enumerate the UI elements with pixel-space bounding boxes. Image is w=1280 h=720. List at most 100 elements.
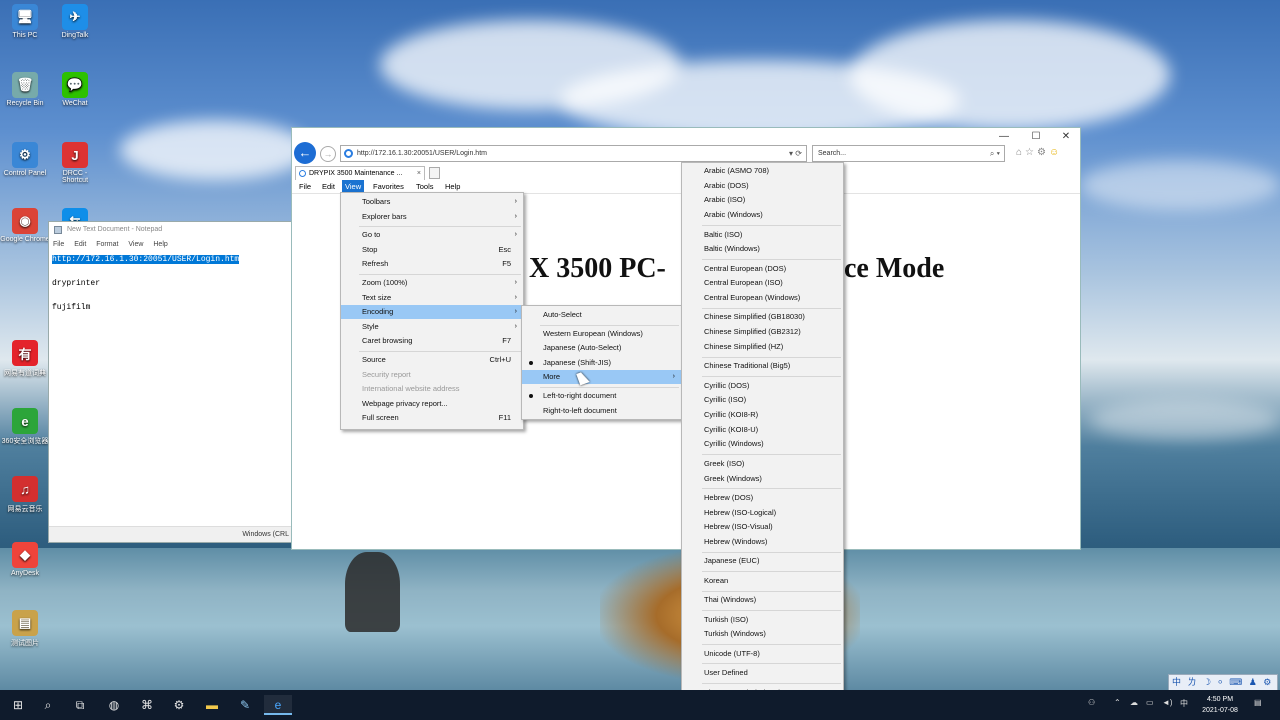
- menu-item-webpage-privacy-report[interactable]: Webpage privacy report...: [341, 397, 523, 411]
- people-icon[interactable]: ⚇: [1088, 698, 1095, 707]
- desktop-icon[interactable]: ◉ Google Chrome: [0, 208, 50, 243]
- tab-close-icon[interactable]: ×: [417, 167, 421, 180]
- forward-button[interactable]: →: [320, 146, 336, 162]
- notepad-text-area[interactable]: http://172.16.1.30:20051/USER/Login.htm …: [49, 252, 291, 318]
- desktop-icon[interactable]: 🗑 Recycle Bin: [0, 72, 50, 107]
- network-icon[interactable]: ▭: [1146, 698, 1154, 707]
- notepad-menu-format[interactable]: Format: [96, 241, 118, 248]
- encoding-option[interactable]: Cyrillic (KOI8-U): [682, 423, 843, 437]
- encoding-option[interactable]: Chinese Simplified (HZ): [682, 340, 843, 354]
- encoding-option[interactable]: Central European (ISO): [682, 276, 843, 290]
- menu-item-japanese-shift-jis[interactable]: Japanese (Shift-JIS): [522, 356, 681, 370]
- back-button[interactable]: ←: [294, 142, 316, 164]
- app-taskbar-icon[interactable]: ⌘: [137, 695, 157, 715]
- menu-file[interactable]: File: [296, 180, 314, 194]
- notepad-menu-help[interactable]: Help: [153, 241, 167, 248]
- tray-app-icon[interactable]: ☁: [1130, 698, 1138, 707]
- search-icon[interactable]: ⌕: [38, 695, 58, 715]
- encoding-option[interactable]: Greek (ISO): [682, 457, 843, 471]
- desktop-icon[interactable]: e 360安全浏览器: [0, 408, 50, 446]
- encoding-option[interactable]: Chinese Traditional (Big5): [682, 359, 843, 373]
- start-windows-icon[interactable]: ⊞: [8, 695, 28, 715]
- ie-taskbar-icon[interactable]: e: [264, 695, 292, 715]
- menu-item-left-to-right-document[interactable]: Left-to-right document: [522, 389, 681, 403]
- menu-item-zoom-100[interactable]: Zoom (100%) ›: [341, 276, 523, 290]
- desktop-icon[interactable]: ♫ 网易云音乐: [0, 476, 50, 514]
- menu-item-caret-browsing[interactable]: Caret browsing F7: [341, 334, 523, 348]
- favorites-star-icon[interactable]: ☆: [1025, 147, 1037, 158]
- encoding-option[interactable]: Cyrillic (KOI8-R): [682, 408, 843, 422]
- menu-item-auto-select[interactable]: Auto-Select: [522, 308, 681, 322]
- encoding-option[interactable]: Chinese Simplified (GB18030): [682, 310, 843, 324]
- ime-mode-icon[interactable]: 中: [1180, 698, 1188, 709]
- encoding-option[interactable]: Cyrillic (Windows): [682, 437, 843, 451]
- encoding-option[interactable]: Cyrillic (DOS): [682, 379, 843, 393]
- desktop-icon[interactable]: ✈ DingTalk: [50, 4, 100, 39]
- desktop-icon[interactable]: ◆ AnyDesk: [0, 542, 50, 577]
- menu-item-refresh[interactable]: Refresh F5: [341, 257, 523, 271]
- settings-gear-icon[interactable]: ⚙: [169, 695, 189, 715]
- menu-item-style[interactable]: Style ›: [341, 320, 523, 334]
- notepad-window[interactable]: New Text Document - Notepad File Edit Fo…: [48, 221, 292, 543]
- menu-item-western-european-windows[interactable]: Western European (Windows): [522, 327, 681, 341]
- encoding-option[interactable]: Hebrew (Windows): [682, 535, 843, 549]
- encoding-option[interactable]: Greek (Windows): [682, 472, 843, 486]
- encoding-option[interactable]: Cyrillic (ISO): [682, 393, 843, 407]
- new-tab-button[interactable]: [429, 167, 440, 179]
- ime-toolbar[interactable]: 中 ㄌ ☽ ⸰ ⌨ ♟ ⚙: [1168, 674, 1278, 691]
- address-dropdown-refresh-icon[interactable]: ▾ ⟳: [789, 146, 802, 161]
- menu-item-full-screen[interactable]: Full screen F11: [341, 411, 523, 425]
- home-icon[interactable]: ⌂: [1016, 147, 1025, 158]
- encoding-option[interactable]: Chinese Simplified (GB2312): [682, 325, 843, 339]
- notepad-menu-view[interactable]: View: [128, 241, 143, 248]
- encoding-option[interactable]: Arabic (ASMO 708): [682, 164, 843, 178]
- volume-icon[interactable]: ◄): [1162, 698, 1173, 707]
- notepad-titlebar[interactable]: New Text Document - Notepad: [49, 222, 291, 238]
- encoding-option[interactable]: Arabic (ISO): [682, 193, 843, 207]
- encoding-option[interactable]: Baltic (Windows): [682, 242, 843, 256]
- notepad-menu-file[interactable]: File: [53, 241, 64, 248]
- menu-item-encoding[interactable]: Encoding ›: [341, 305, 523, 320]
- menu-item-stop[interactable]: Stop Esc: [341, 243, 523, 257]
- desktop-icon[interactable]: 有网易有道词典: [0, 340, 50, 378]
- desktop-icon[interactable]: J DRCC - Shortcut: [50, 142, 100, 184]
- desktop-icon[interactable]: ▤ 测试图片: [0, 610, 50, 648]
- menu-item-source[interactable]: Source Ctrl+U: [341, 353, 523, 367]
- menu-item-right-to-left-document[interactable]: Right-to-left document: [522, 404, 681, 418]
- clock[interactable]: 4:50 PM 2021-07-08: [1195, 694, 1245, 716]
- menu-item-more[interactable]: More ›: [522, 370, 681, 385]
- menu-item-toolbars[interactable]: Toolbars ›: [341, 195, 523, 209]
- encoding-option[interactable]: Hebrew (ISO-Visual): [682, 520, 843, 534]
- file-explorer-icon[interactable]: ▬: [202, 695, 222, 715]
- encoding-option[interactable]: Turkish (ISO): [682, 613, 843, 627]
- encoding-option[interactable]: Thai (Windows): [682, 593, 843, 607]
- task-view-icon[interactable]: ⧉: [70, 695, 90, 715]
- desktop-icon[interactable]: 💬 WeChat: [50, 72, 100, 107]
- notification-icon[interactable]: ▤: [1254, 698, 1262, 707]
- menu-item-japanese-auto-select[interactable]: Japanese (Auto-Select): [522, 341, 681, 355]
- encoding-option[interactable]: Hebrew (ISO-Logical): [682, 506, 843, 520]
- encoding-option[interactable]: Central European (DOS): [682, 262, 843, 276]
- search-box[interactable]: Search... ⌕ ▾: [812, 145, 1005, 162]
- desktop-icon[interactable]: ⚙ Control Panel: [0, 142, 50, 177]
- desktop-icon[interactable]: 🖥 This PC: [0, 4, 50, 39]
- app-taskbar-icon[interactable]: ◍: [104, 695, 124, 715]
- encoding-option[interactable]: Baltic (ISO): [682, 228, 843, 242]
- smiley-feedback-icon[interactable]: ☺: [1049, 147, 1062, 158]
- encoding-option[interactable]: Hebrew (DOS): [682, 491, 843, 505]
- menu-edit[interactable]: Edit: [319, 180, 338, 194]
- encoding-option[interactable]: Turkish (Windows): [682, 627, 843, 641]
- tray-expand-icon[interactable]: ⌃: [1114, 698, 1121, 707]
- menu-item-explorer-bars[interactable]: Explorer bars ›: [341, 210, 523, 224]
- menu-item-go-to[interactable]: Go to ›: [341, 228, 523, 242]
- encoding-option[interactable]: Unicode (UTF-8): [682, 647, 843, 661]
- encoding-option[interactable]: Korean: [682, 574, 843, 588]
- search-icon[interactable]: ⌕ ▾: [990, 146, 1000, 161]
- encoding-option[interactable]: Japanese (EUC): [682, 554, 843, 568]
- menu-item-text-size[interactable]: Text size ›: [341, 291, 523, 305]
- gear-icon[interactable]: ⚙: [1037, 147, 1049, 158]
- encoding-option[interactable]: Arabic (DOS): [682, 179, 843, 193]
- notepad-menu-edit[interactable]: Edit: [74, 241, 86, 248]
- notepad-taskbar-icon[interactable]: ✎: [235, 695, 255, 715]
- address-bar[interactable]: http://172.16.1.30:20051/USER/Login.htm …: [340, 145, 807, 162]
